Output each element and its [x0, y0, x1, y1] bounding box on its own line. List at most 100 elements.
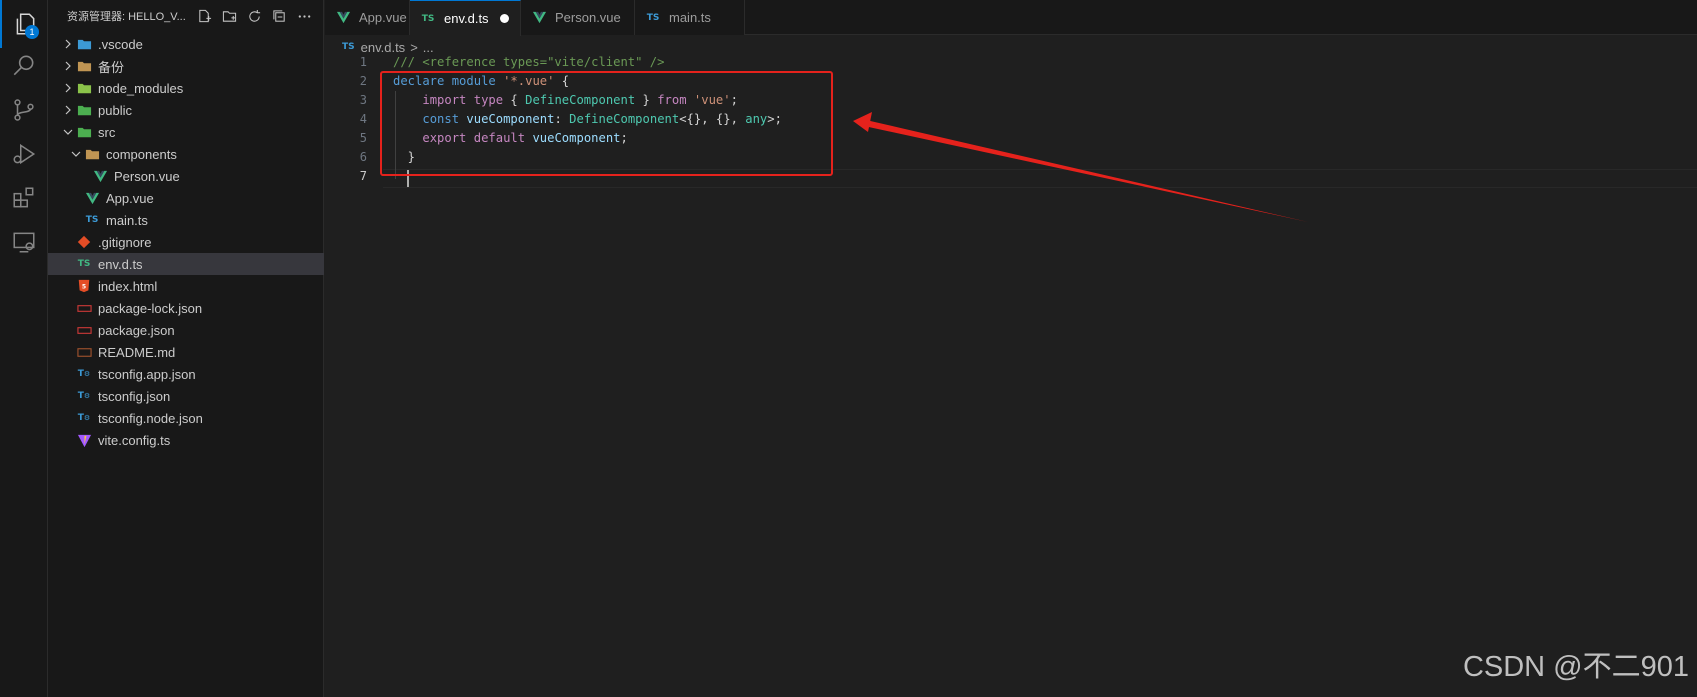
tree-item-label: components: [106, 146, 177, 162]
tree-file[interactable]: App.vue: [48, 187, 324, 209]
line-number: 2: [359, 74, 367, 88]
tree-file[interactable]: package.json: [48, 319, 324, 341]
annotation-highlight-box: [380, 71, 833, 176]
tree-item-label: Person.vue: [114, 168, 180, 184]
svg-text:5: 5: [82, 284, 86, 291]
vite-file-icon: [76, 432, 92, 448]
tree-file[interactable]: TS env.d.ts: [48, 253, 324, 275]
tree-item-label: env.d.ts: [98, 256, 143, 272]
breadcrumb-separator: >: [410, 39, 418, 55]
vscode-folder-icon: [76, 36, 92, 52]
line-number: 5: [359, 131, 367, 145]
tree-item-label: public: [98, 102, 132, 118]
npm-file-icon: [76, 322, 92, 338]
chevron-down-icon[interactable]: [60, 124, 76, 140]
tab-person-vue[interactable]: Person.vue: [521, 0, 635, 35]
tree-file[interactable]: .gitignore: [48, 231, 324, 253]
tree-folder[interactable]: 备份: [48, 55, 324, 77]
explorer-sidebar: 资源管理器: HELLO_V... .vscode 备份 node_modulesp…: [48, 0, 324, 697]
tree-item-label: README.md: [98, 344, 176, 360]
tree-file[interactable]: T⚙ tsconfig.app.json: [48, 363, 324, 385]
vue-file-icon: [92, 168, 108, 184]
extensions-icon[interactable]: [0, 174, 48, 222]
explorer-badge: 1: [25, 25, 39, 39]
npm-file-icon: [76, 300, 92, 316]
src-folder-icon: [76, 124, 92, 140]
file-tree: .vscode 备份 node_modulespublic src components…: [48, 33, 324, 451]
tree-item-label: tsconfig.node.json: [98, 410, 203, 426]
new-file-icon[interactable]: [195, 7, 213, 25]
vscode-window: 1 资源管理器: HELLO_V... .vscode 备份 node_modu…: [0, 0, 1697, 697]
breadcrumb-file[interactable]: env.d.ts: [361, 40, 406, 55]
vue-file-icon: [84, 190, 100, 206]
tab-env-d-ts[interactable]: TS env.d.ts: [410, 0, 521, 36]
tab-label: main.ts: [669, 10, 711, 25]
remote-explorer-icon[interactable]: [0, 218, 48, 266]
line-number: 7: [359, 169, 367, 183]
markdown-file-icon: [76, 344, 92, 360]
search-icon[interactable]: [0, 42, 48, 90]
code-line[interactable]: /// <reference types="vite/client" />: [393, 55, 665, 69]
tree-file[interactable]: 5 index.html: [48, 275, 324, 297]
chevron-right-icon[interactable]: [60, 36, 76, 52]
source-control-icon[interactable]: [0, 86, 48, 134]
tab-app-vue[interactable]: App.vue: [325, 0, 410, 35]
explorer-icon[interactable]: 1: [0, 0, 48, 48]
tree-file[interactable]: package-lock.json: [48, 297, 324, 319]
tree-file[interactable]: Person.vue: [48, 165, 324, 187]
tree-folder[interactable]: node_modules: [48, 77, 324, 99]
tree-folder[interactable]: .vscode: [48, 33, 324, 55]
tsconfig-file-icon: T⚙: [77, 413, 91, 423]
chevron-right-icon[interactable]: [60, 102, 76, 118]
node-folder-icon: [76, 80, 92, 96]
line-number: 1: [359, 55, 367, 69]
components-folder-icon: [84, 146, 100, 162]
unsaved-dot-icon[interactable]: [500, 14, 509, 23]
refresh-icon[interactable]: [245, 7, 263, 25]
tree-item-label: tsconfig.json: [98, 388, 171, 404]
tree-file[interactable]: T⚙ tsconfig.json: [48, 385, 324, 407]
new-folder-icon[interactable]: [220, 7, 238, 25]
tree-file[interactable]: README.md: [48, 341, 324, 363]
chevron-right-icon[interactable]: [60, 80, 76, 96]
tab-label: App.vue: [359, 10, 407, 25]
chevron-right-icon[interactable]: [60, 58, 76, 74]
breadcrumb-more[interactable]: ...: [423, 40, 434, 55]
tsconfig-file-icon: T⚙: [77, 391, 91, 401]
tree-folder[interactable]: components: [48, 143, 324, 165]
git-file-icon: [76, 234, 92, 250]
watermark: CSDN @不二901: [1462, 651, 1689, 683]
tsconfig-file-icon: T⚙: [77, 369, 91, 379]
vue-file-icon: [335, 10, 351, 25]
line-number: 4: [359, 112, 367, 126]
tab-label: env.d.ts: [444, 11, 489, 26]
run-debug-icon[interactable]: [0, 130, 48, 178]
ts-file-icon: TS: [421, 13, 435, 24]
tab-main-ts[interactable]: TS main.ts: [635, 0, 745, 35]
tree-folder[interactable]: src: [48, 121, 324, 143]
tree-item-label: .gitignore: [98, 234, 152, 250]
explorer-title: 资源管理器: HELLO_V...: [67, 11, 186, 23]
tree-folder[interactable]: public: [48, 99, 324, 121]
editor-tab-bar: App.vue TS env.d.ts Person.vue TS main.ts: [325, 0, 1697, 36]
tree-file[interactable]: TS main.ts: [48, 209, 324, 231]
tree-item-label: tsconfig.app.json: [98, 366, 196, 382]
tree-item-label: .vscode: [98, 36, 143, 52]
more-icon[interactable]: [295, 7, 313, 25]
collapse-all-icon[interactable]: [270, 7, 288, 25]
vue-file-icon: [531, 10, 547, 25]
tree-item-label: main.ts: [106, 212, 148, 228]
line-number: 3: [359, 93, 367, 107]
tree-file[interactable]: T⚙ tsconfig.node.json: [48, 407, 324, 429]
tree-file[interactable]: vite.config.ts: [48, 429, 324, 451]
chevron-down-icon[interactable]: [68, 146, 84, 162]
